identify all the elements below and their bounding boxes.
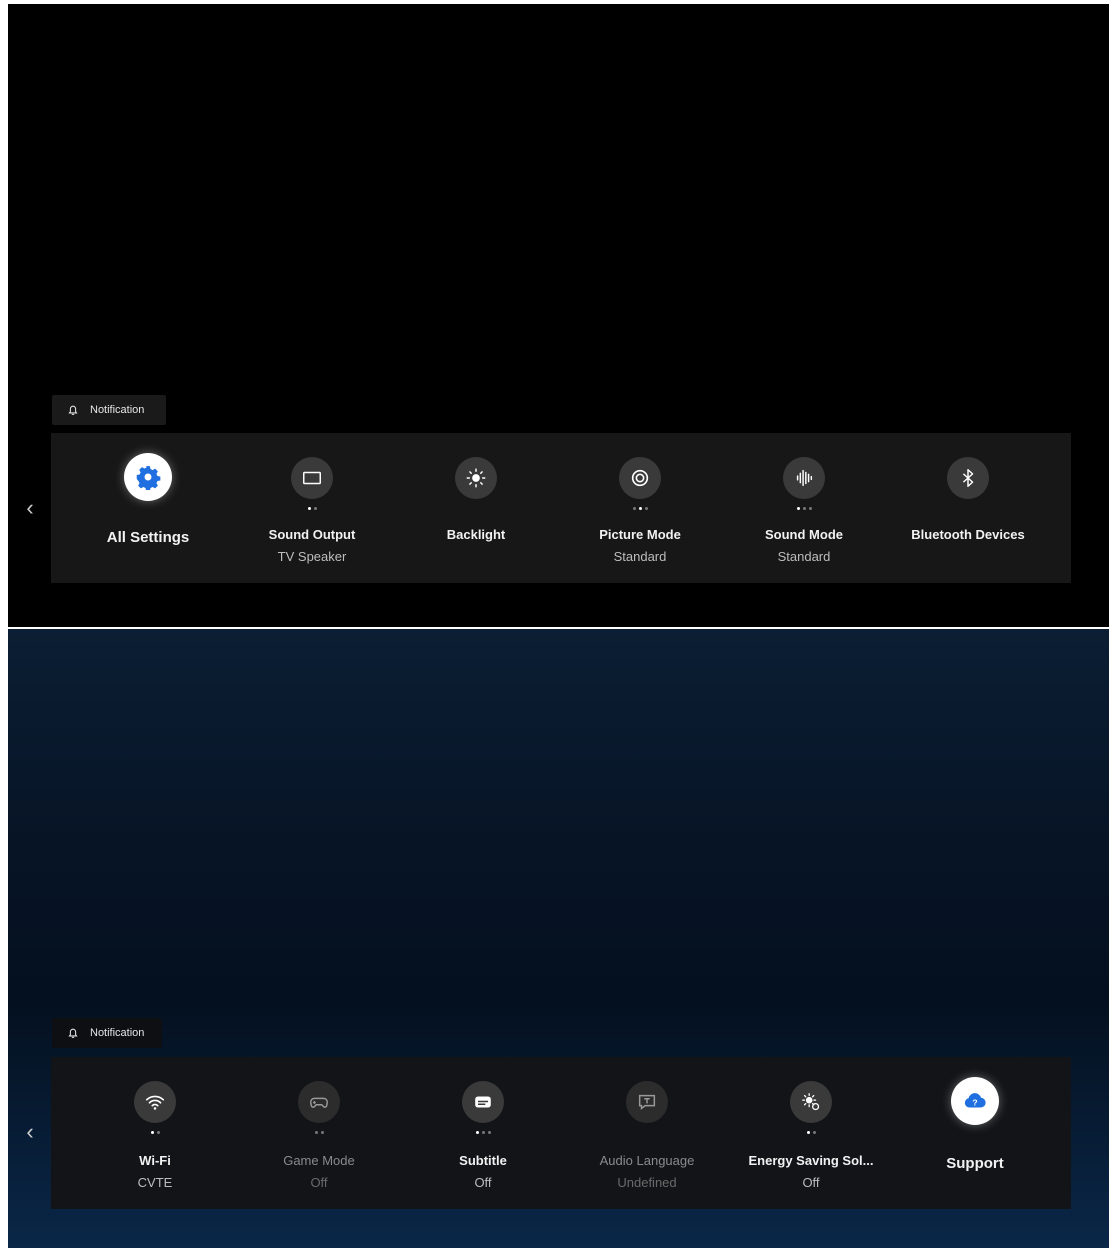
quick-settings-tray: All Settings Sound Output TV Speaker Bac… xyxy=(51,433,1071,583)
tile-sound-output[interactable]: Sound Output TV Speaker xyxy=(230,433,394,583)
tile-support[interactable]: ? Support xyxy=(893,1057,1057,1207)
tile-game-mode[interactable]: Game Mode Off xyxy=(237,1057,401,1207)
tile-sound-mode[interactable]: Sound Mode Standard xyxy=(722,433,886,583)
picture-mode-icon xyxy=(619,457,661,499)
tile-audio-language[interactable]: Audio Language Undefined xyxy=(565,1057,729,1207)
tile-value: Off xyxy=(802,1175,820,1190)
page-dots xyxy=(401,1131,565,1137)
energy-saving-icon xyxy=(790,1081,832,1123)
bell-icon xyxy=(68,1028,78,1038)
screen-icon xyxy=(291,457,333,499)
tile-label: Sound Mode xyxy=(765,527,843,542)
tile-label: Game Mode xyxy=(283,1153,355,1168)
tile-all-settings[interactable]: All Settings xyxy=(66,433,230,583)
tile-value: Off xyxy=(474,1175,492,1190)
tile-label: Audio Language xyxy=(599,1153,695,1168)
bottom-screen: Notification ‹ Wi-Fi CVTE Game Mode Off xyxy=(8,629,1109,1248)
tile-picture-mode[interactable]: Picture Mode Standard xyxy=(558,433,722,583)
tile-label: Sound Output xyxy=(268,527,356,542)
tile-subtitle[interactable]: Subtitle Off xyxy=(401,1057,565,1207)
notification-label: Notification xyxy=(90,1027,145,1039)
tile-wifi[interactable]: Wi-Fi CVTE xyxy=(73,1057,237,1207)
gear-icon xyxy=(124,453,172,501)
tile-value: Off xyxy=(310,1175,328,1190)
page-dots xyxy=(73,1131,237,1137)
notification-button[interactable]: Notification xyxy=(52,1018,162,1048)
audio-language-icon xyxy=(626,1081,668,1123)
tile-label: Energy Saving Sol... xyxy=(748,1153,874,1168)
bluetooth-icon xyxy=(947,457,989,499)
chevron-left-icon[interactable]: ‹ xyxy=(22,1120,38,1144)
tile-energy-saving[interactable]: Energy Saving Sol... Off xyxy=(729,1057,893,1207)
quick-settings-tray: Wi-Fi CVTE Game Mode Off Subtitle Off Au… xyxy=(51,1057,1071,1209)
page-dots xyxy=(722,507,886,513)
tile-bluetooth-devices[interactable]: Bluetooth Devices xyxy=(886,433,1050,583)
top-screen: Notification ‹ All Settings Sound Output… xyxy=(8,4,1109,627)
page-dots xyxy=(230,507,394,513)
subtitle-icon xyxy=(462,1081,504,1123)
chevron-left-icon[interactable]: ‹ xyxy=(22,496,38,520)
page-dots xyxy=(237,1131,401,1137)
tile-label: Wi-Fi xyxy=(139,1153,171,1168)
tile-value: Standard xyxy=(613,549,667,564)
tile-label: Bluetooth Devices xyxy=(911,527,1025,542)
tile-value: CVTE xyxy=(137,1175,173,1190)
tile-value: TV Speaker xyxy=(277,549,347,564)
tile-label: Backlight xyxy=(446,527,506,542)
tile-label: Support xyxy=(946,1155,1004,1172)
notification-button[interactable]: Notification xyxy=(52,395,166,425)
page-dots xyxy=(729,1131,893,1137)
tile-label: Subtitle xyxy=(459,1153,507,1168)
gamepad-icon xyxy=(298,1081,340,1123)
page-dots xyxy=(558,507,722,513)
tile-value: Standard xyxy=(777,549,831,564)
tile-value: Undefined xyxy=(617,1175,677,1190)
support-icon: ? xyxy=(951,1077,999,1125)
tile-label: Picture Mode xyxy=(599,527,681,542)
tile-backlight[interactable]: Backlight xyxy=(394,433,558,583)
svg-text:?: ? xyxy=(972,1097,977,1107)
wifi-icon xyxy=(134,1081,176,1123)
tile-label: All Settings xyxy=(106,529,190,546)
bell-icon xyxy=(68,405,78,415)
soundwave-icon xyxy=(783,457,825,499)
brightness-icon xyxy=(455,457,497,499)
notification-label: Notification xyxy=(90,404,145,416)
